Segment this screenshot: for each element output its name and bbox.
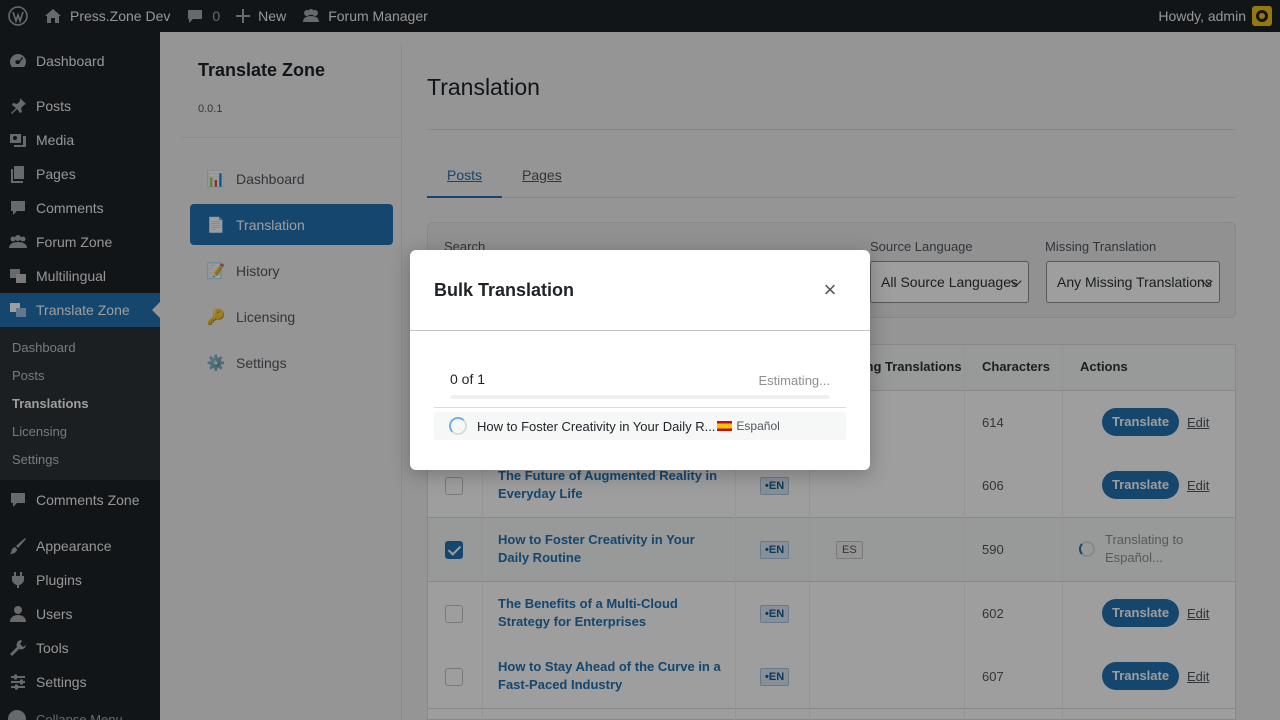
close-icon[interactable]: × <box>820 278 840 302</box>
progress-count: 0 of 1 <box>450 371 486 387</box>
progress-bar <box>450 395 830 399</box>
queue-item: How to Foster Creativity in Your Daily R… <box>434 412 846 440</box>
modal-title: Bulk Translation <box>434 280 575 300</box>
spinner-icon <box>449 417 467 435</box>
modal-header: Bulk Translation × <box>410 250 870 331</box>
modal-divider <box>434 407 846 408</box>
queue-item-language: Español <box>736 419 780 433</box>
spain-flag-icon <box>717 421 733 431</box>
estimate-status: Estimating... <box>758 373 830 388</box>
bulk-translation-modal: Bulk Translation × 0 of 1 Estimating... … <box>410 250 870 470</box>
queue-item-title: How to Foster Creativity in Your Daily R… <box>477 418 716 434</box>
